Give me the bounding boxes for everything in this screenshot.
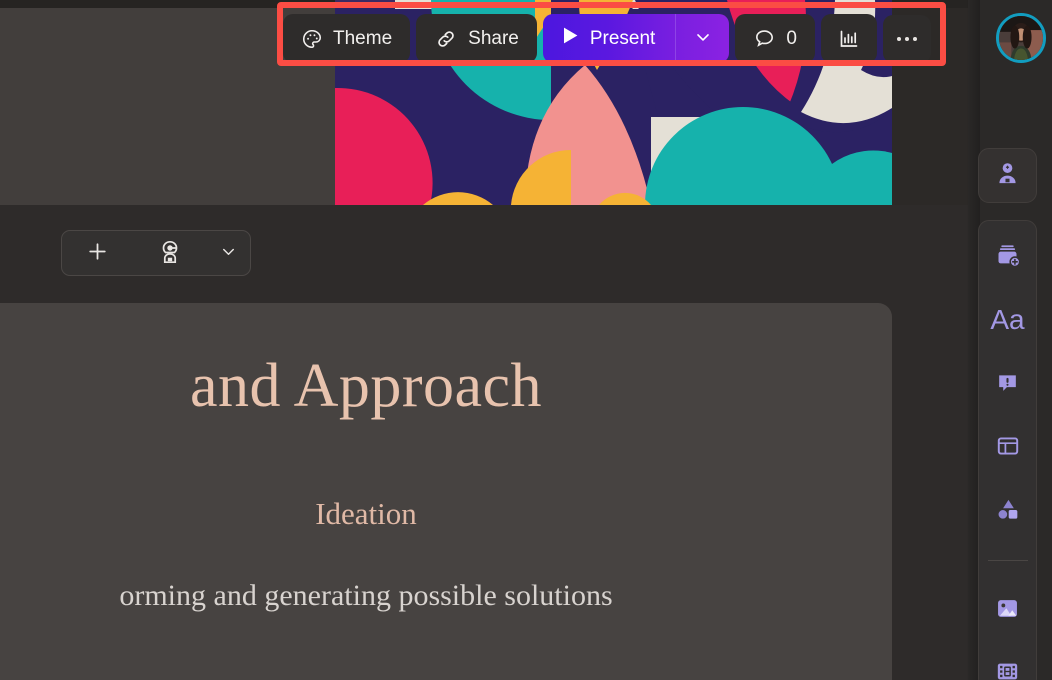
image-icon [994,595,1021,625]
theme-button[interactable]: Theme [283,14,411,63]
insert-dropdown-button[interactable] [206,231,250,275]
play-triangle-icon [562,26,579,51]
sidebar-item-add-card[interactable] [986,241,1030,272]
sidebar-divider [987,559,1028,561]
sidebar-item-add-collaborator[interactable] [978,148,1037,203]
chevron-down-icon [693,27,713,50]
text-aa-icon: Aa [990,304,1025,336]
slide-subtitle[interactable]: Ideation [0,496,892,532]
callout-box-icon [995,370,1020,398]
palette-icon [301,28,323,50]
more-options-button[interactable] [882,14,931,63]
present-dropdown-button[interactable] [675,14,729,63]
chevron-down-icon [219,242,238,264]
speech-bubble-icon [753,27,776,50]
shapes-icon [994,495,1022,526]
slide-card[interactable]: and Approach Ideation orming and generat… [0,303,892,680]
add-block-button[interactable] [62,231,133,275]
share-button-label: Share [468,27,519,49]
bar-chart-icon [837,27,861,51]
sidebar-item-text[interactable]: Aa [986,304,1030,336]
top-toolbar: Theme Share Present 0 [283,14,931,63]
user-avatar[interactable] [996,13,1046,63]
video-film-icon [994,658,1021,680]
sidebar-item-video[interactable] [986,658,1030,680]
ellipsis-icon [896,36,901,41]
slide-body-text[interactable]: orming and generating possible solutions [0,571,892,620]
layout-icon [995,433,1021,462]
plus-icon [85,239,110,267]
present-button[interactable]: Present [543,14,675,63]
analytics-button[interactable] [820,14,877,63]
comment-count: 0 [786,27,797,49]
add-card-icon [994,242,1021,272]
share-button[interactable]: Share [416,14,537,63]
comments-button[interactable]: 0 [735,14,815,63]
add-person-icon [994,160,1021,192]
present-button-group: Present [542,14,730,63]
sidebar-item-shapes[interactable] [986,495,1030,526]
sidebar-item-callout[interactable] [986,368,1030,399]
insert-toolbar [61,230,251,276]
present-button-label: Present [589,27,656,49]
sidebar-item-image[interactable] [986,595,1030,626]
slide-title[interactable]: and Approach [0,351,892,422]
sidebar-tool-rail: Aa [978,220,1037,680]
astronaut-bot-icon [157,239,183,268]
editor-window: Theme Share Present 0 and Approach Ideat… [0,0,1052,680]
theme-button-label: Theme [333,27,393,49]
link-chain-icon [434,27,458,51]
sidebar-item-layout[interactable] [986,431,1030,462]
ai-assistant-button[interactable] [133,231,206,275]
